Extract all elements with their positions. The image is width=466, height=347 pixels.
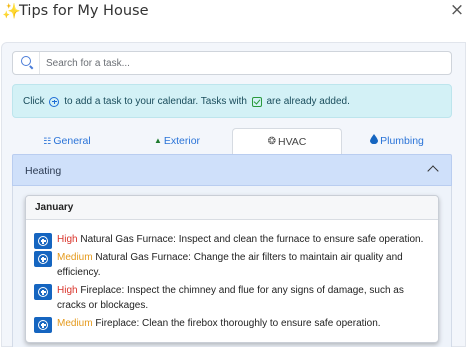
tab-plumbing[interactable]: Plumbing bbox=[342, 128, 452, 154]
task-item: Medium Natural Gas Furnace: Change the a… bbox=[34, 250, 430, 280]
card-title: January bbox=[35, 202, 74, 213]
close-icon[interactable]: × bbox=[449, 2, 465, 19]
task-text: Medium Fireplace: Clean the firebox thor… bbox=[34, 316, 430, 331]
fan-icon: ❂ bbox=[267, 136, 276, 148]
chevron-up-icon[interactable] bbox=[427, 165, 439, 177]
info-text-part3: are already added. bbox=[266, 96, 350, 107]
priority-label: Medium bbox=[57, 318, 93, 329]
search-icon bbox=[21, 56, 31, 66]
list-icon: ☷ bbox=[43, 136, 52, 147]
window-title: Tips for My House bbox=[19, 3, 149, 19]
priority-label: High bbox=[57, 285, 78, 296]
info-text-part2: to add a task to your calendar. Tasks wi… bbox=[64, 96, 247, 107]
info-text-part1: Click bbox=[23, 96, 45, 107]
task-text: Medium Natural Gas Furnace: Change the a… bbox=[34, 250, 430, 280]
task-text: High Natural Gas Furnace: Inspect and cl… bbox=[34, 232, 430, 247]
task-description: Natural Gas Furnace: Change the air filt… bbox=[57, 252, 403, 278]
task-item: Medium Fireplace: Clean the firebox thor… bbox=[34, 316, 430, 333]
water-drop-icon bbox=[370, 128, 379, 154]
search-input[interactable] bbox=[46, 54, 446, 72]
tab-hvac[interactable]: ❂ HVAC bbox=[232, 128, 342, 154]
add-circle-icon bbox=[49, 97, 60, 107]
add-task-button[interactable] bbox=[34, 251, 52, 267]
task-description: Natural Gas Furnace: Inspect and clean t… bbox=[80, 234, 424, 245]
tab-exterior-label: Exterior bbox=[163, 135, 201, 148]
month-card: January High Natural Gas Furnace: Inspec… bbox=[25, 195, 439, 343]
tab-exterior[interactable]: ▲ Exterior bbox=[122, 128, 232, 154]
category-tabs: ☷ General ▲ Exterior ❂ HVAC Plumbing bbox=[12, 128, 452, 154]
tree-icon: ▲ bbox=[153, 136, 162, 146]
task-description: Fireplace: Inspect the chimney and flue … bbox=[57, 285, 404, 311]
priority-label: Medium bbox=[57, 252, 93, 263]
task-item: High Natural Gas Furnace: Inspect and cl… bbox=[34, 232, 430, 249]
search-icon-container bbox=[13, 52, 40, 74]
tab-plumbing-label: Plumbing bbox=[380, 135, 424, 148]
add-task-button[interactable] bbox=[34, 317, 52, 333]
task-description: Fireplace: Clean the firebox thoroughly … bbox=[95, 318, 381, 329]
tab-hvac-label: HVAC bbox=[277, 136, 307, 149]
checked-calendar-icon bbox=[251, 97, 262, 107]
card-header: January bbox=[26, 196, 438, 220]
accordion-heating-header[interactable]: Heating bbox=[12, 154, 452, 186]
info-text: Click to add a task to your calendar. Ta… bbox=[23, 95, 350, 110]
add-task-button[interactable] bbox=[34, 233, 52, 249]
search-bar bbox=[12, 51, 452, 75]
sparkle-icon: ✨ bbox=[2, 2, 21, 20]
priority-label: High bbox=[57, 234, 78, 245]
tab-general[interactable]: ☷ General bbox=[12, 128, 122, 154]
task-item: High Fireplace: Inspect the chimney and … bbox=[34, 283, 430, 313]
add-task-button[interactable] bbox=[34, 284, 52, 300]
title-bar: ✨ Tips for My House × bbox=[0, 0, 466, 24]
tab-general-label: General bbox=[53, 135, 91, 148]
info-banner: Click to add a task to your calendar. Ta… bbox=[12, 84, 452, 118]
accordion-title: Heating bbox=[25, 165, 62, 177]
task-text: High Fireplace: Inspect the chimney and … bbox=[34, 283, 430, 313]
